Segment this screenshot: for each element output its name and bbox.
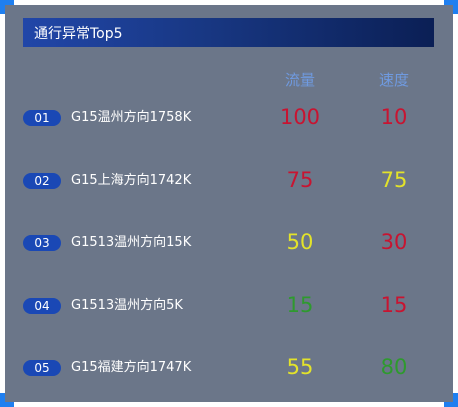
speed-value: 30	[380, 230, 408, 254]
flow-value: 55	[286, 355, 314, 379]
list-item[interactable]: 03 G1513温州方向15K 50 30	[5, 230, 453, 256]
list-item[interactable]: 05 G15福建方向1747K 55 80	[5, 355, 453, 381]
flow-value: 75	[286, 168, 314, 192]
panel-title: 通行异常Top5	[34, 25, 123, 42]
panel-title-bar: 通行异常Top5	[23, 18, 434, 47]
rank-badge: 04	[23, 298, 61, 314]
list-item[interactable]: 04 G1513温州方向5K 15 15	[5, 293, 453, 319]
column-header-speed: 速度	[378, 71, 409, 89]
road-section-name: G1513温州方向5K	[71, 298, 183, 313]
flow-value: 100	[279, 105, 321, 129]
rank-badge: 01	[23, 110, 61, 126]
traffic-anomaly-panel: 通行异常Top5 流量 速度 01 G15温州方向1758K 100 10 02…	[5, 5, 453, 402]
road-section-name: G15福建方向1747K	[71, 360, 192, 375]
speed-value: 15	[380, 293, 408, 317]
road-section-name: G15上海方向1742K	[71, 173, 192, 188]
flow-value: 15	[286, 293, 314, 317]
speed-value: 80	[380, 355, 408, 379]
rank-badge: 03	[23, 235, 61, 251]
list-item[interactable]: 01 G15温州方向1758K 100 10	[5, 105, 453, 131]
flow-value: 50	[286, 230, 314, 254]
rank-badge: 05	[23, 360, 61, 376]
road-section-name: G1513温州方向15K	[71, 235, 192, 250]
rank-badge: 02	[23, 173, 61, 189]
speed-value: 10	[380, 105, 408, 129]
column-header-flow: 流量	[284, 71, 315, 89]
road-section-name: G15温州方向1758K	[71, 110, 192, 125]
speed-value: 75	[380, 168, 408, 192]
list-item[interactable]: 02 G15上海方向1742K 75 75	[5, 168, 453, 194]
